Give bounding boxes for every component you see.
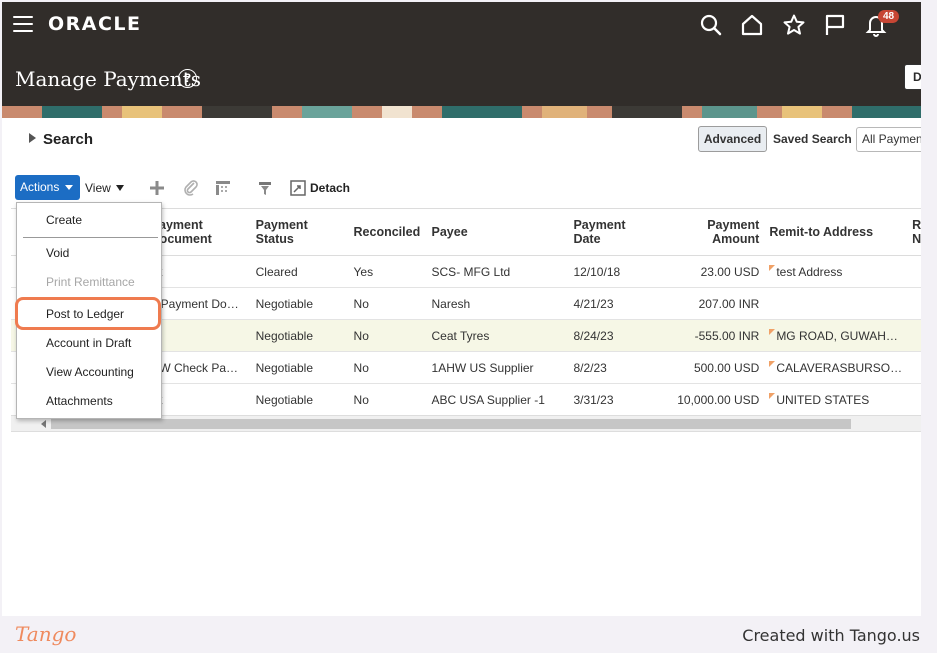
cell-payee: ABC USA Supplier -1 bbox=[426, 383, 569, 416]
hamburger-menu-icon[interactable] bbox=[13, 16, 33, 32]
scroll-left-icon[interactable] bbox=[41, 420, 46, 428]
page-header: Manage Payments ? D bbox=[2, 48, 921, 106]
decorative-banner bbox=[2, 106, 921, 118]
cell-amount: -555.00 INR bbox=[654, 319, 765, 352]
note-flag-icon[interactable] bbox=[769, 328, 776, 335]
table-toolbar: Actions View Detach bbox=[2, 174, 921, 202]
cell-amount: 10,000.00 USD bbox=[654, 383, 765, 416]
actions-menu-button[interactable]: Actions bbox=[15, 175, 80, 200]
note-flag-icon[interactable] bbox=[769, 360, 776, 367]
cell-payee: 1AHW US Supplier bbox=[426, 351, 569, 384]
cell-status: Cleared bbox=[250, 255, 349, 288]
column-header-remit-to-address[interactable]: Remit-to Address bbox=[764, 208, 908, 256]
column-header-payment-date[interactable]: Payment Date bbox=[568, 208, 655, 256]
cell-remit-address: CALAVERASBURSO… bbox=[764, 351, 908, 384]
cell-date: 4/21/23 bbox=[568, 287, 655, 320]
global-header: ORACLE 48 bbox=[2, 2, 921, 48]
view-menu-button[interactable]: View bbox=[85, 181, 111, 195]
menu-separator bbox=[23, 237, 158, 238]
cell-status: Negotiable bbox=[250, 287, 349, 320]
menu-item-attachments[interactable]: Attachments bbox=[17, 387, 161, 415]
favorites-star-icon[interactable] bbox=[782, 13, 806, 37]
cell-remittance-number bbox=[907, 319, 921, 352]
menu-item-void[interactable]: Void bbox=[17, 239, 161, 267]
cell-date: 12/10/18 bbox=[568, 255, 655, 288]
cell-date: 8/24/23 bbox=[568, 319, 655, 352]
cell-remittance-number bbox=[907, 287, 921, 320]
advanced-search-button[interactable]: Advanced bbox=[698, 126, 767, 152]
add-icon[interactable] bbox=[148, 179, 166, 197]
cell-reconciled: No bbox=[348, 351, 427, 384]
created-with-credit: Created with Tango.us bbox=[742, 626, 920, 645]
menu-item-create[interactable]: Create bbox=[17, 206, 161, 234]
cell-remit-address: UNITED STATES bbox=[764, 383, 908, 416]
column-header-reconciled[interactable]: Reconciled bbox=[348, 208, 427, 256]
view-caret-icon[interactable] bbox=[116, 185, 124, 191]
search-section-label[interactable]: Search bbox=[43, 131, 93, 148]
app-window: ORACLE 48 Manage Payments ? D Search Adv… bbox=[2, 2, 921, 616]
cell-remit-address bbox=[764, 287, 908, 320]
menu-item-account-in-draft[interactable]: Account in Draft bbox=[17, 329, 161, 357]
column-header-remittance-number[interactable]: RNu bbox=[907, 208, 921, 256]
cell-remittance-number bbox=[907, 383, 921, 416]
menu-item-view-accounting[interactable]: View Accounting bbox=[17, 358, 161, 386]
search-icon[interactable] bbox=[699, 13, 723, 37]
actions-label: Actions bbox=[20, 180, 60, 194]
query-by-example-icon[interactable] bbox=[257, 179, 275, 197]
cell-amount: 23.00 USD bbox=[654, 255, 765, 288]
cell-reconciled: No bbox=[348, 383, 427, 416]
cell-remittance-number bbox=[907, 255, 921, 288]
cell-status: Negotiable bbox=[250, 351, 349, 384]
tango-footer: Tango Created with Tango.us bbox=[0, 616, 937, 653]
column-header-payment-status[interactable]: Payment Status bbox=[250, 208, 349, 256]
actions-caret-icon bbox=[65, 185, 73, 190]
cell-date: 8/2/23 bbox=[568, 351, 655, 384]
banner-pattern-icon bbox=[2, 106, 921, 118]
help-icon[interactable]: ? bbox=[178, 69, 197, 88]
cell-remit-address: test Address bbox=[764, 255, 908, 288]
cell-reconciled: No bbox=[348, 319, 427, 352]
cell-remittance-number bbox=[907, 351, 921, 384]
cell-date: 3/31/23 bbox=[568, 383, 655, 416]
oracle-logo[interactable]: ORACLE bbox=[48, 13, 142, 35]
cell-payee: SCS- MFG Ltd bbox=[426, 255, 569, 288]
page-title: Manage Payments bbox=[15, 67, 201, 91]
cell-reconciled: Yes bbox=[348, 255, 427, 288]
cell-amount: 500.00 USD bbox=[654, 351, 765, 384]
saved-search-select[interactable]: All Payments bbox=[856, 127, 921, 152]
note-flag-icon[interactable] bbox=[769, 392, 776, 399]
tango-logo: Tango bbox=[15, 622, 77, 646]
column-header-payment-amount[interactable]: Payment Amount bbox=[654, 208, 765, 256]
scrollbar-thumb[interactable] bbox=[51, 419, 851, 429]
cell-remit-address: MG ROAD, GUWAH… bbox=[764, 319, 908, 352]
cell-amount: 207.00 INR bbox=[654, 287, 765, 320]
note-flag-icon[interactable] bbox=[769, 264, 776, 271]
expand-search-icon[interactable] bbox=[29, 133, 36, 143]
cell-payee: Ceat Tyres bbox=[426, 319, 569, 352]
cell-status: Negotiable bbox=[250, 319, 349, 352]
step-highlight-outline bbox=[15, 297, 161, 330]
detach-icon[interactable] bbox=[289, 179, 307, 197]
notification-count-badge: 48 bbox=[878, 10, 900, 23]
cell-reconciled: No bbox=[348, 287, 427, 320]
menu-item-print-remittance: Print Remittance bbox=[46, 275, 135, 289]
watchlist-flag-icon[interactable] bbox=[823, 13, 847, 37]
attachment-paperclip-icon[interactable] bbox=[182, 179, 200, 197]
column-header-payee[interactable]: Payee bbox=[426, 208, 569, 256]
search-section: Search Advanced Saved Search All Payment… bbox=[2, 118, 921, 166]
home-icon[interactable] bbox=[740, 13, 764, 37]
header-done-button[interactable]: D bbox=[904, 64, 921, 90]
detach-button-label[interactable]: Detach bbox=[310, 181, 350, 195]
cell-payee: Naresh bbox=[426, 287, 569, 320]
freeze-columns-icon[interactable] bbox=[214, 179, 232, 197]
saved-search-label: Saved Search bbox=[773, 132, 852, 146]
cell-status: Negotiable bbox=[250, 383, 349, 416]
